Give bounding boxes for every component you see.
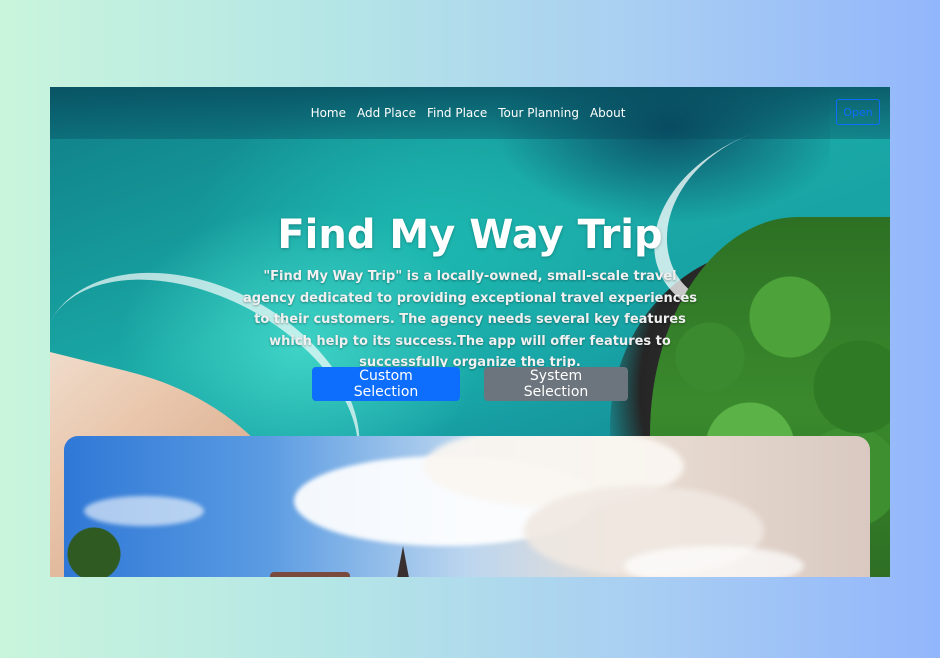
system-selection-button[interactable]: System Selection <box>484 367 628 401</box>
cloud <box>84 496 204 526</box>
cloud <box>624 546 804 577</box>
hero-section: Find My Way Trip "Find My Way Trip" is a… <box>50 212 890 374</box>
nav-link-find-place[interactable]: Find Place <box>427 106 487 120</box>
church-spire <box>397 546 409 577</box>
destination-image-card <box>64 436 870 577</box>
building-roof <box>270 572 350 577</box>
navbar: Home Add Place Find Place Tour Planning … <box>50 87 890 139</box>
hero-title: Find My Way Trip <box>277 212 663 258</box>
nav-links: Home Add Place Find Place Tour Planning … <box>311 106 626 120</box>
hero-description: "Find My Way Trip" is a locally-owned, s… <box>242 269 698 370</box>
hero-button-group: Custom Selection System Selection <box>50 367 890 401</box>
nav-link-tour-planning[interactable]: Tour Planning <box>498 106 579 120</box>
tree-silhouette <box>64 524 124 577</box>
open-button[interactable]: Open <box>836 99 880 125</box>
custom-selection-button[interactable]: Custom Selection <box>312 367 460 401</box>
nav-link-add-place[interactable]: Add Place <box>357 106 416 120</box>
app-window: Home Add Place Find Place Tour Planning … <box>50 87 890 577</box>
nav-link-home[interactable]: Home <box>311 106 346 120</box>
nav-link-about[interactable]: About <box>590 106 625 120</box>
